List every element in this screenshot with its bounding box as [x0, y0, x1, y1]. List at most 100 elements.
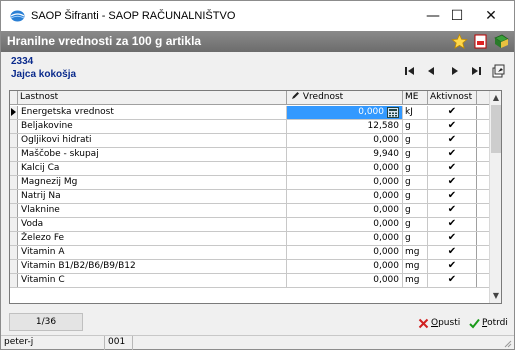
- checkbox-checked-icon[interactable]: ✔: [447, 191, 457, 201]
- export-icon[interactable]: [489, 63, 507, 79]
- cell-active[interactable]: ✔: [428, 246, 477, 259]
- row-indicator: [10, 190, 18, 203]
- checkbox-checked-icon[interactable]: ✔: [447, 233, 457, 243]
- cell-value[interactable]: 0,000: [287, 246, 403, 259]
- grid-scrollbar[interactable]: ▲ ▼: [489, 91, 501, 303]
- checkbox-checked-icon[interactable]: ✔: [447, 275, 457, 285]
- cell-value-text: 0,000: [373, 219, 399, 229]
- cell-value[interactable]: 0,000: [287, 232, 403, 245]
- table-row[interactable]: Voda 0,000 g ✔: [10, 218, 490, 232]
- cell-active[interactable]: ✔: [428, 232, 477, 245]
- cell-unit: g: [403, 162, 428, 175]
- table-row[interactable]: Železo Fe 0,000 g ✔: [10, 232, 490, 246]
- calculator-icon[interactable]: [387, 107, 399, 118]
- cell-value[interactable]: 0,000: [287, 190, 403, 203]
- cell-value[interactable]: 0,000: [287, 204, 403, 217]
- resize-grip-icon[interactable]: [502, 338, 512, 348]
- table-row[interactable]: Natrij Na 0,000 g ✔: [10, 190, 490, 204]
- table-row[interactable]: Maščobe - skupaj 9,940 g ✔: [10, 148, 490, 162]
- checkbox-checked-icon[interactable]: ✔: [447, 205, 457, 215]
- table-row[interactable]: Vlaknine 0,000 g ✔: [10, 204, 490, 218]
- cell-value[interactable]: 0,000: [287, 218, 403, 231]
- cell-value-text: 0,000: [373, 135, 399, 145]
- table-row[interactable]: Kalcij Ca 0,000 g ✔: [10, 162, 490, 176]
- cell-active[interactable]: ✔: [428, 218, 477, 231]
- cell-unit: g: [403, 204, 428, 217]
- first-record-icon[interactable]: [401, 63, 419, 79]
- cell-property: Vitamin B1/B2/B6/B9/B12: [18, 260, 287, 273]
- checkbox-checked-icon[interactable]: ✔: [447, 135, 457, 145]
- table-row[interactable]: Vitamin C 0,000 mg ✔: [10, 274, 490, 288]
- cell-value[interactable]: 0,000: [287, 260, 403, 273]
- cell-property: Beljakovine: [18, 120, 287, 133]
- cell-value[interactable]: 0,000: [287, 176, 403, 189]
- cell-active[interactable]: ✔: [428, 176, 477, 189]
- cell-value-text: 12,580: [367, 121, 400, 131]
- checkbox-checked-icon[interactable]: ✔: [447, 247, 457, 257]
- form-title: Hranilne vrednosti za 100 g artikla: [7, 34, 202, 48]
- scroll-thumb[interactable]: [491, 105, 501, 153]
- checkbox-checked-icon[interactable]: ✔: [447, 261, 457, 271]
- cell-value-text: 0,000: [373, 163, 399, 173]
- close-icon: ✕: [485, 8, 497, 24]
- scroll-up-icon[interactable]: ▲: [490, 92, 501, 104]
- cell-active[interactable]: ✔: [428, 148, 477, 161]
- checkbox-checked-icon[interactable]: ✔: [447, 163, 457, 173]
- cell-unit: kJ: [403, 106, 428, 119]
- next-record-icon[interactable]: [445, 63, 463, 79]
- checkbox-checked-icon[interactable]: ✔: [447, 149, 457, 159]
- cell-property: Voda: [18, 218, 287, 231]
- previous-record-icon[interactable]: [423, 63, 441, 79]
- cell-active[interactable]: ✔: [428, 190, 477, 203]
- nutrition-grid[interactable]: Lastnost Vrednost ME Aktivnost Energetsk…: [9, 90, 502, 304]
- cell-value-text: 0,000: [373, 261, 399, 271]
- column-header-property[interactable]: Lastnost: [18, 91, 287, 105]
- help-book-icon[interactable]: [493, 33, 510, 50]
- checkbox-checked-icon[interactable]: ✔: [447, 121, 457, 131]
- table-row[interactable]: Beljakovine 12,580 g ✔: [10, 120, 490, 134]
- cell-active[interactable]: ✔: [428, 106, 477, 119]
- cell-value[interactable]: 0,000: [287, 106, 403, 119]
- cell-active[interactable]: ✔: [428, 162, 477, 175]
- cell-property: Maščobe - skupaj: [18, 148, 287, 161]
- cell-property: Vitamin A: [18, 246, 287, 259]
- cell-unit: mg: [403, 260, 428, 273]
- table-row[interactable]: Energetska vrednost 0,000 kJ ✔: [10, 106, 490, 120]
- cell-property: Ogljikovi hidrati: [18, 134, 287, 147]
- checkbox-checked-icon[interactable]: ✔: [447, 107, 457, 117]
- favorite-star-icon[interactable]: [451, 33, 468, 50]
- row-indicator: [10, 204, 18, 217]
- green-check-icon: [469, 318, 480, 328]
- status-company: 001: [105, 336, 133, 350]
- close-button[interactable]: ✕: [471, 1, 511, 31]
- cell-active[interactable]: ✔: [428, 274, 477, 287]
- row-indicator: [10, 274, 18, 287]
- table-row[interactable]: Magnezij Mg 0,000 g ✔: [10, 176, 490, 190]
- last-record-icon[interactable]: [467, 63, 485, 79]
- scroll-down-icon[interactable]: ▼: [490, 290, 501, 302]
- cell-unit: g: [403, 232, 428, 245]
- cell-value[interactable]: 0,000: [287, 274, 403, 287]
- cell-value[interactable]: 12,580: [287, 120, 403, 133]
- checkbox-checked-icon[interactable]: ✔: [447, 177, 457, 187]
- cell-active[interactable]: ✔: [428, 260, 477, 273]
- table-row[interactable]: Vitamin A 0,000 mg ✔: [10, 246, 490, 260]
- cancel-button[interactable]: Opusti: [418, 315, 460, 331]
- column-header-active[interactable]: Aktivnost: [428, 91, 477, 105]
- table-row[interactable]: Vitamin B1/B2/B6/B9/B12 0,000 mg ✔: [10, 260, 490, 274]
- cell-value[interactable]: 0,000: [287, 162, 403, 175]
- checkbox-checked-icon[interactable]: ✔: [447, 219, 457, 229]
- pdf-report-icon[interactable]: [472, 33, 489, 50]
- cell-property: Železo Fe: [18, 232, 287, 245]
- column-header-value[interactable]: Vrednost: [287, 91, 403, 105]
- cell-active[interactable]: ✔: [428, 204, 477, 217]
- cell-active[interactable]: ✔: [428, 134, 477, 147]
- confirm-button[interactable]: Potrdi: [469, 315, 508, 331]
- table-row[interactable]: Ogljikovi hidrati 0,000 g ✔: [10, 134, 490, 148]
- cell-value-text: 0,000: [373, 205, 399, 215]
- cell-value[interactable]: 0,000: [287, 134, 403, 147]
- pencil-edit-icon: [292, 92, 299, 99]
- cell-active[interactable]: ✔: [428, 120, 477, 133]
- column-header-unit[interactable]: ME: [403, 91, 428, 105]
- cell-value[interactable]: 9,940: [287, 148, 403, 161]
